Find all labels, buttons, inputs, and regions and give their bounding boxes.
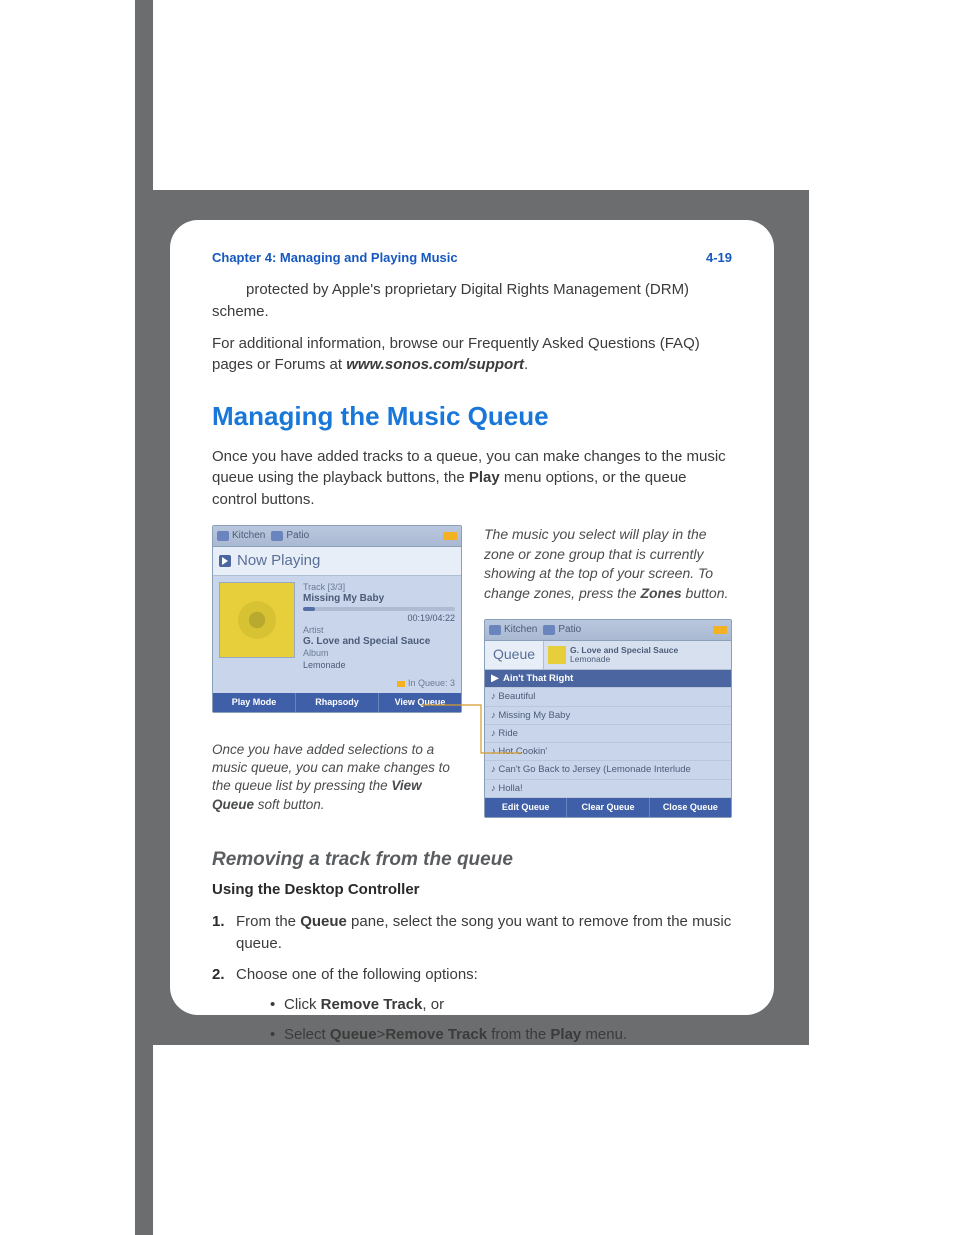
page-content: Chapter 4: Managing and Playing Music 4-… [170,220,774,1015]
track-metadata: Track [3/3] Missing My Baby 00:19/04:22 … [303,582,455,671]
section-heading: Managing the Music Queue [212,398,732,436]
step-2: Choose one of the following options: Cli… [212,964,732,1045]
softkey-play-mode[interactable]: Play Mode [213,693,296,712]
speaker-icon [271,531,283,541]
bullet-options: Click Remove Track, or Select Queue>Remo… [236,994,732,1046]
now-playing-header: Now Playing [213,547,461,576]
intro-line-1: protected by Apple's proprietary Digital… [212,279,732,323]
step-1: From the Queue pane, select the song you… [212,911,732,955]
subsection-heading: Removing a track from the queue [212,846,732,874]
zone-bar: Kitchen Patio [213,526,461,547]
queue-row[interactable]: Ride [485,725,731,743]
support-url: www.sonos.com/support [346,356,524,373]
now-playing-screenshot: Kitchen Patio Now Playing [212,525,462,713]
page-frame: Chapter 4: Managing and Playing Music 4-… [135,190,809,1045]
softkey-edit-queue[interactable]: Edit Queue [485,798,567,817]
option-remove-track: Click Remove Track, or [270,994,732,1016]
speaker-icon [217,531,229,541]
progress-bar [303,607,455,611]
softkey-rhapsody[interactable]: Rhapsody [296,693,379,712]
running-header: Chapter 4: Managing and Playing Music 4-… [212,250,732,265]
queue-track-list: Ain't That Right Beautiful Missing My Ba… [485,670,731,798]
connector-line [421,702,501,762]
album-art-small [548,646,566,664]
page-number: 4-19 [706,250,732,265]
softkey-close-queue[interactable]: Close Queue [650,798,731,817]
in-queue-count: In Queue: 3 [213,677,461,693]
queue-row[interactable]: Can't Go Back to Jersey (Lemonade Interl… [485,761,731,779]
queue-row[interactable]: Holla! [485,780,731,798]
queue-row[interactable]: Ain't That Right [485,670,731,688]
speaker-icon [489,625,501,635]
speaker-icon [543,625,555,635]
queue-row[interactable]: Missing My Baby [485,707,731,725]
zone-bar: Kitchen Patio [485,620,731,641]
subsubsection-heading: Using the Desktop Controller [212,879,732,901]
zone-hint-text: The music you select will play in the zo… [484,525,732,603]
softkey-clear-queue[interactable]: Clear Queue [567,798,649,817]
queue-row[interactable]: Hot Cookin' [485,743,731,761]
battery-icon [443,532,457,540]
album-art [219,582,295,658]
queue-heading: Queue [485,641,543,669]
queue-screenshot: Kitchen Patio Queue G. Love a [484,619,732,817]
battery-icon [713,626,727,634]
section-intro: Once you have added tracks to a queue, y… [212,446,732,511]
queue-now-playing-strip: G. Love and Special Sauce Lemonade [543,641,731,669]
softkey-row: Edit Queue Clear Queue Close Queue [485,798,731,817]
play-icon [219,555,231,567]
option-menu-remove: Select Queue>Remove Track from the Play … [270,1024,732,1046]
chapter-title: Chapter 4: Managing and Playing Music [212,250,458,265]
intro-line-2: For additional information, browse our F… [212,333,732,377]
queue-row[interactable]: Beautiful [485,688,731,706]
numbered-steps: From the Queue pane, select the song you… [212,911,732,1046]
